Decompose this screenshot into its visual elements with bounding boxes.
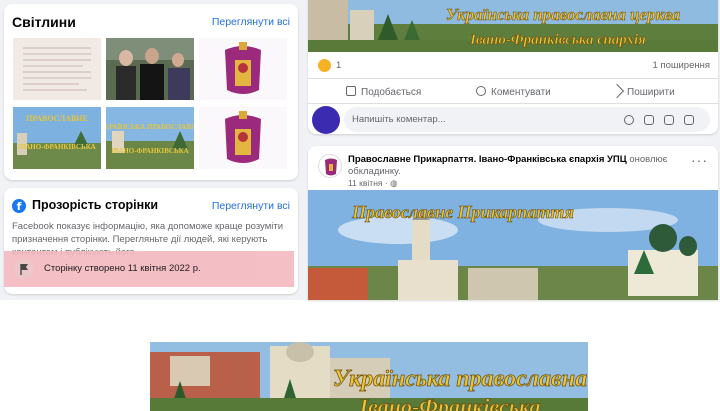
- emoji-icon[interactable]: [624, 115, 634, 125]
- post2-date[interactable]: 11 квітня: [348, 178, 383, 188]
- bottom-banner-image: Українська православна Івано-Франківська: [150, 342, 588, 411]
- svg-text:ІВАНО-ФРАНКІВСЬКА: ІВАНО-ФРАНКІВСЬКА: [18, 143, 95, 151]
- bottom-banner-line1: Українська православна: [333, 366, 587, 392]
- photo-thumb-5[interactable]: УКРАЇНСЬКА ПРАВОСЛАВНА ІВАНО-ФРАНКІВСЬКА: [106, 107, 194, 169]
- post2-header: Православне Прикарпаття. Івано-Франківсь…: [348, 154, 668, 178]
- post1-banner-image[interactable]: Українська православна церква Івано-Фран…: [308, 0, 718, 52]
- globe-icon: ◍: [390, 178, 398, 188]
- sticker-icon[interactable]: [684, 115, 694, 125]
- page-name-link[interactable]: Православне Прикарпаття. Івано-Франківсь…: [348, 154, 627, 165]
- share-label: Поширити: [627, 87, 675, 98]
- post-card-1: Українська православна церква Івано-Фран…: [308, 0, 718, 134]
- facebook-icon: f: [12, 199, 26, 213]
- thumbs-up-icon: [346, 86, 356, 96]
- post2-meta: 11 квітня · ◍: [348, 178, 398, 188]
- comment-input[interactable]: Напишіть коментар...: [344, 107, 710, 132]
- share-arrow-icon: [609, 83, 625, 99]
- post2-cover-image[interactable]: Православне Прикарпаття: [308, 190, 718, 300]
- transparency-title: Прозорість сторінки: [32, 198, 159, 212]
- reaction-emoji-icon[interactable]: [318, 59, 331, 72]
- more-options-icon[interactable]: ···: [691, 152, 708, 168]
- photos-title: Світлини: [12, 14, 76, 30]
- gif-icon[interactable]: [664, 115, 674, 125]
- photo-thumb-4[interactable]: ПРАВОСЛАВНЕ ІВАНО-ФРАНКІВСЬКА: [13, 107, 101, 169]
- transparency-see-all-link[interactable]: Переглянути всі: [212, 200, 290, 212]
- post1-banner-line1: Українська православна церква: [446, 5, 681, 24]
- comment-composer: Напишіть коментар...: [312, 104, 714, 134]
- page-created-row: Сторінку створено 11 квітня 2022 р.: [4, 251, 294, 287]
- photo-thumb-3[interactable]: [199, 38, 287, 100]
- photo-thumb-2[interactable]: [106, 38, 194, 100]
- like-button[interactable]: Подобається: [346, 86, 421, 98]
- photo-thumb-1[interactable]: [13, 38, 101, 100]
- page-created-text: Сторінку створено 11 квітня 2022 р.: [44, 263, 201, 274]
- flag-icon: [14, 259, 34, 279]
- like-label: Подобається: [361, 87, 422, 98]
- svg-text:УКРАЇНСЬКА ПРАВОСЛАВНА: УКРАЇНСЬКА ПРАВОСЛАВНА: [106, 123, 194, 131]
- svg-text:ІВАНО-ФРАНКІВСЬКА: ІВАНО-ФРАНКІВСЬКА: [111, 147, 188, 155]
- reactions-count[interactable]: 1: [336, 60, 341, 71]
- post1-action-bar: Подобається Коментувати Поширити: [308, 78, 718, 104]
- shares-count[interactable]: 1 поширення: [653, 60, 710, 71]
- comment-icon: [476, 86, 486, 96]
- comment-label: Коментувати: [491, 87, 551, 98]
- comment-placeholder: Напишіть коментар...: [352, 114, 446, 125]
- post1-banner-line2: Івано-Франківська єпархія: [469, 32, 646, 48]
- post-card-2: Православне Прикарпаття. Івано-Франківсь…: [308, 146, 718, 300]
- share-button[interactable]: Поширити: [609, 83, 675, 99]
- user-avatar[interactable]: [312, 106, 340, 134]
- photos-card: Світлини Переглянути всі ПРАВОСЛАВНЕ ІВА…: [4, 4, 298, 180]
- page-avatar[interactable]: [318, 154, 342, 178]
- page-transparency-card: f Прозорість сторінки Переглянути всі Fa…: [4, 188, 298, 294]
- camera-icon[interactable]: [644, 115, 654, 125]
- photo-thumb-6[interactable]: [199, 107, 287, 169]
- photos-see-all-link[interactable]: Переглянути всі: [212, 16, 290, 28]
- comment-button[interactable]: Коментувати: [476, 86, 551, 98]
- svg-text:ПРАВОСЛАВНЕ: ПРАВОСЛАВНЕ: [26, 114, 88, 123]
- post2-cover-text: Православне Прикарпаття: [351, 202, 574, 222]
- bottom-banner-line2: Івано-Франківська: [359, 394, 541, 411]
